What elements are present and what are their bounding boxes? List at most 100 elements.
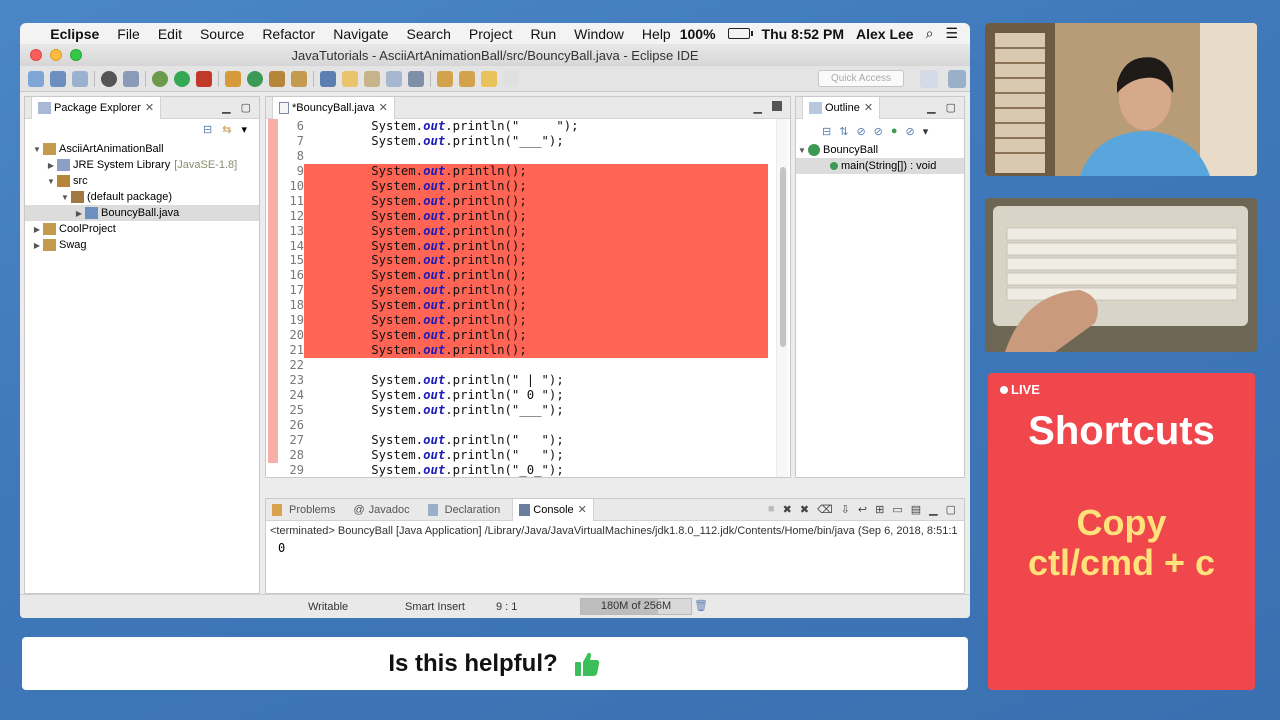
code-line[interactable]: 28 System.out.println(" "); [280, 448, 768, 463]
new-java-project-icon[interactable] [225, 70, 241, 87]
view-menu-icon[interactable]: ▾ [241, 123, 247, 136]
editor-body[interactable]: 6 System.out.println(" "); 7 System.out.p… [266, 119, 790, 477]
expand-icon[interactable]: ▶ [45, 161, 57, 170]
code-line[interactable]: 20 System.out.println(); [280, 328, 768, 344]
minimize-icon[interactable]: ▁ [222, 101, 230, 114]
link-with-editor-icon[interactable]: ⇆ [222, 123, 231, 136]
tree-item[interactable]: ▶ BouncyBall.java [25, 205, 259, 221]
hide-nonpublic-icon[interactable]: ● [891, 125, 898, 138]
expand-icon[interactable]: ▼ [796, 146, 808, 155]
tree-item[interactable]: ▼ src [25, 173, 259, 189]
menu-window[interactable]: Window [565, 26, 633, 42]
hide-local-types-icon[interactable]: ⊘ [906, 125, 915, 138]
spotlight-search-icon[interactable]: ⌕ [926, 25, 934, 42]
code-line[interactable]: 23 System.out.println(" | "); [280, 373, 768, 388]
console-output[interactable]: 0 [266, 537, 964, 559]
clock[interactable]: Thu 8:52 PM [762, 26, 844, 42]
run-icon[interactable] [174, 70, 190, 87]
code-line[interactable]: 27 System.out.println(" "); [280, 433, 768, 448]
tree-item[interactable]: ▶ Swag [25, 237, 259, 253]
save-icon[interactable] [50, 70, 66, 87]
menu-help[interactable]: Help [633, 26, 680, 42]
java-perspective-icon[interactable] [948, 69, 966, 88]
pin-console-icon[interactable]: ⊞ [875, 503, 884, 516]
minimize-icon[interactable]: ▁ [927, 101, 935, 114]
code-line[interactable]: 24 System.out.println(" 0 "); [280, 388, 768, 403]
code-line[interactable]: 26 [280, 418, 768, 433]
tab-bouncyball-java[interactable]: *BouncyBall.java ✕ [272, 96, 395, 119]
remove-launch-icon[interactable]: ✖ [783, 503, 792, 516]
remove-all-launches-icon[interactable]: ✖ [800, 503, 809, 516]
debug-config-icon[interactable] [101, 70, 117, 87]
menu-search[interactable]: Search [398, 26, 460, 42]
code-line[interactable]: 13 System.out.println(); [280, 223, 768, 239]
editor-scrollbar-thumb[interactable] [780, 167, 786, 347]
code-line[interactable]: 19 System.out.println(); [280, 313, 768, 329]
code-line[interactable]: 25 System.out.println("___"); [280, 403, 768, 418]
scroll-lock-icon[interactable]: ⇩ [841, 503, 850, 516]
code-line[interactable]: 22 [280, 358, 768, 373]
code-line[interactable]: 29 System.out.println("_0_"); [280, 463, 768, 478]
menu-edit[interactable]: Edit [149, 26, 191, 42]
collapse-icon[interactable]: ▼ [31, 145, 43, 154]
expand-icon[interactable]: ▶ [73, 209, 85, 218]
external-tools-icon[interactable] [196, 70, 212, 87]
code-line[interactable]: 21 System.out.println(); [280, 343, 768, 358]
maximize-icon[interactable] [772, 101, 782, 111]
code-area[interactable]: 6 System.out.println(" "); 7 System.out.p… [280, 119, 768, 478]
debug-icon[interactable] [152, 70, 168, 87]
forward-icon[interactable] [503, 70, 519, 87]
menu-source[interactable]: Source [191, 26, 253, 42]
code-line[interactable]: 17 System.out.println(); [280, 283, 768, 299]
word-wrap-icon[interactable]: ↩ [858, 503, 867, 516]
maximize-icon[interactable]: ▢ [241, 101, 251, 114]
open-type-icon[interactable] [269, 70, 285, 87]
code-line[interactable]: 18 System.out.println(); [280, 298, 768, 314]
show-whitespace-icon[interactable] [408, 70, 424, 87]
minimize-icon[interactable]: ▁ [929, 503, 937, 516]
word-wrap-icon[interactable] [386, 70, 402, 87]
quick-access-input[interactable]: Quick Access [818, 70, 904, 87]
tree-item[interactable]: ▶ JRE System Library [JavaSE-1.8] [25, 157, 259, 173]
menu-run[interactable]: Run [521, 26, 565, 42]
code-line[interactable]: 7 System.out.println("___"); [280, 134, 768, 149]
menu-project[interactable]: Project [460, 26, 522, 42]
open-perspective-icon[interactable] [920, 69, 938, 88]
code-line[interactable]: 8 [280, 149, 768, 164]
collapse-icon[interactable]: ▼ [45, 177, 57, 186]
outline-class-row[interactable]: ▼ BouncyBall [796, 142, 964, 158]
menu-app-name[interactable]: Eclipse [41, 26, 108, 42]
display-console-icon[interactable]: ▭ [892, 503, 902, 516]
close-icon[interactable]: ✕ [379, 101, 388, 114]
garbage-collect-icon[interactable]: 🗑 [694, 599, 708, 612]
editor-scrollbar-track[interactable] [776, 119, 788, 477]
outline-method-row[interactable]: main(String[]) : void [796, 158, 964, 174]
tree-item[interactable]: ▼ AsciiArtAnimationBall [25, 141, 259, 157]
code-line[interactable]: 15 System.out.println(); [280, 253, 768, 269]
tree-item[interactable]: ▼ (default package) [25, 189, 259, 205]
mark-occurrences-icon[interactable] [342, 70, 358, 87]
collapse-icon[interactable]: ▼ [59, 193, 71, 202]
heap-status[interactable]: 180M of 256M [580, 598, 692, 615]
close-icon[interactable]: ✕ [864, 101, 873, 114]
next-annotation-icon[interactable] [437, 70, 453, 87]
code-line[interactable]: 10 System.out.println(); [280, 178, 768, 194]
user-name[interactable]: Alex Lee [856, 26, 914, 42]
tab-problems[interactable]: Problems [266, 499, 341, 521]
tab-javadoc[interactable]: @ Javadoc [347, 499, 415, 521]
collapse-all-icon[interactable]: ⊟ [822, 125, 831, 138]
view-menu-icon[interactable]: ▾ [923, 125, 929, 138]
code-line[interactable]: 14 System.out.println(); [280, 238, 768, 254]
new-java-class-icon[interactable] [247, 70, 263, 87]
save-all-icon[interactable] [72, 70, 88, 87]
skip-breakpoints-icon[interactable] [123, 70, 139, 87]
code-line[interactable]: 12 System.out.println(); [280, 208, 768, 224]
notification-center-icon[interactable]: ☰ [945, 25, 958, 42]
new-icon[interactable] [28, 70, 44, 87]
collapse-all-icon[interactable]: ⊟ [203, 123, 212, 136]
annotation-icon[interactable] [320, 70, 336, 87]
close-icon[interactable]: ✕ [145, 101, 154, 114]
expand-icon[interactable]: ▶ [31, 241, 43, 250]
code-line[interactable]: 9 System.out.println(); [280, 163, 768, 179]
sort-icon[interactable]: ⇅ [839, 125, 848, 138]
